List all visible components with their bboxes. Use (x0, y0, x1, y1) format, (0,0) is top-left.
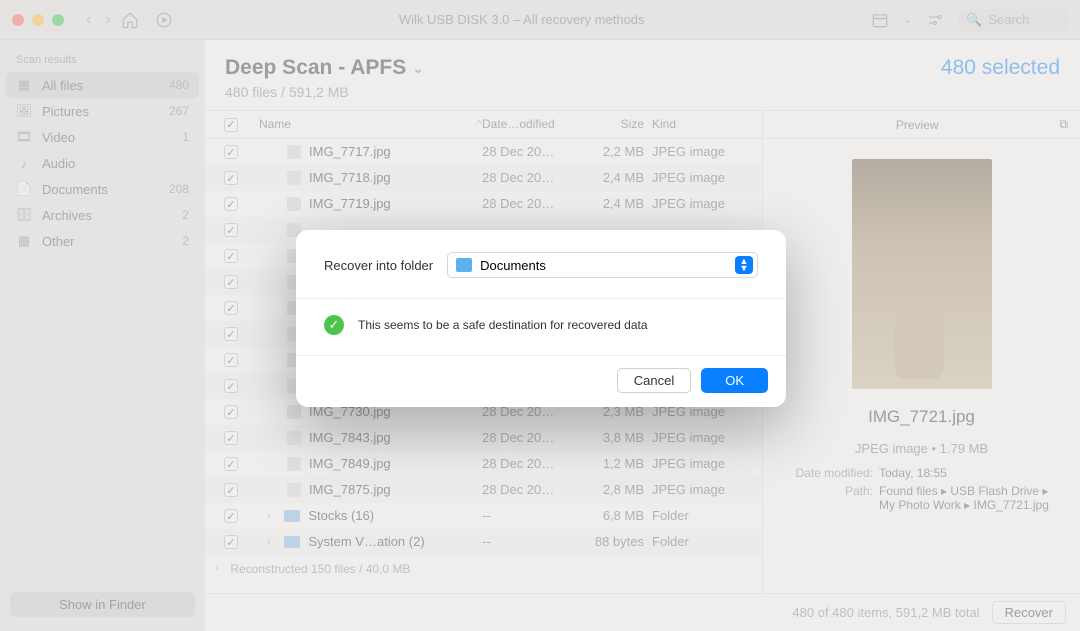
recover-dialog: Recover into folder Documents ▲▼ ✓ This … (296, 230, 786, 407)
folder-icon (456, 258, 472, 272)
cancel-button[interactable]: Cancel (617, 368, 691, 393)
folder-select-value: Documents (480, 258, 546, 273)
recover-folder-label: Recover into folder (324, 258, 433, 273)
safe-destination-message: This seems to be a safe destination for … (358, 318, 648, 332)
checkmark-icon: ✓ (324, 315, 344, 335)
folder-select[interactable]: Documents ▲▼ (447, 252, 758, 278)
select-arrows-icon: ▲▼ (735, 256, 753, 274)
ok-button[interactable]: OK (701, 368, 768, 393)
